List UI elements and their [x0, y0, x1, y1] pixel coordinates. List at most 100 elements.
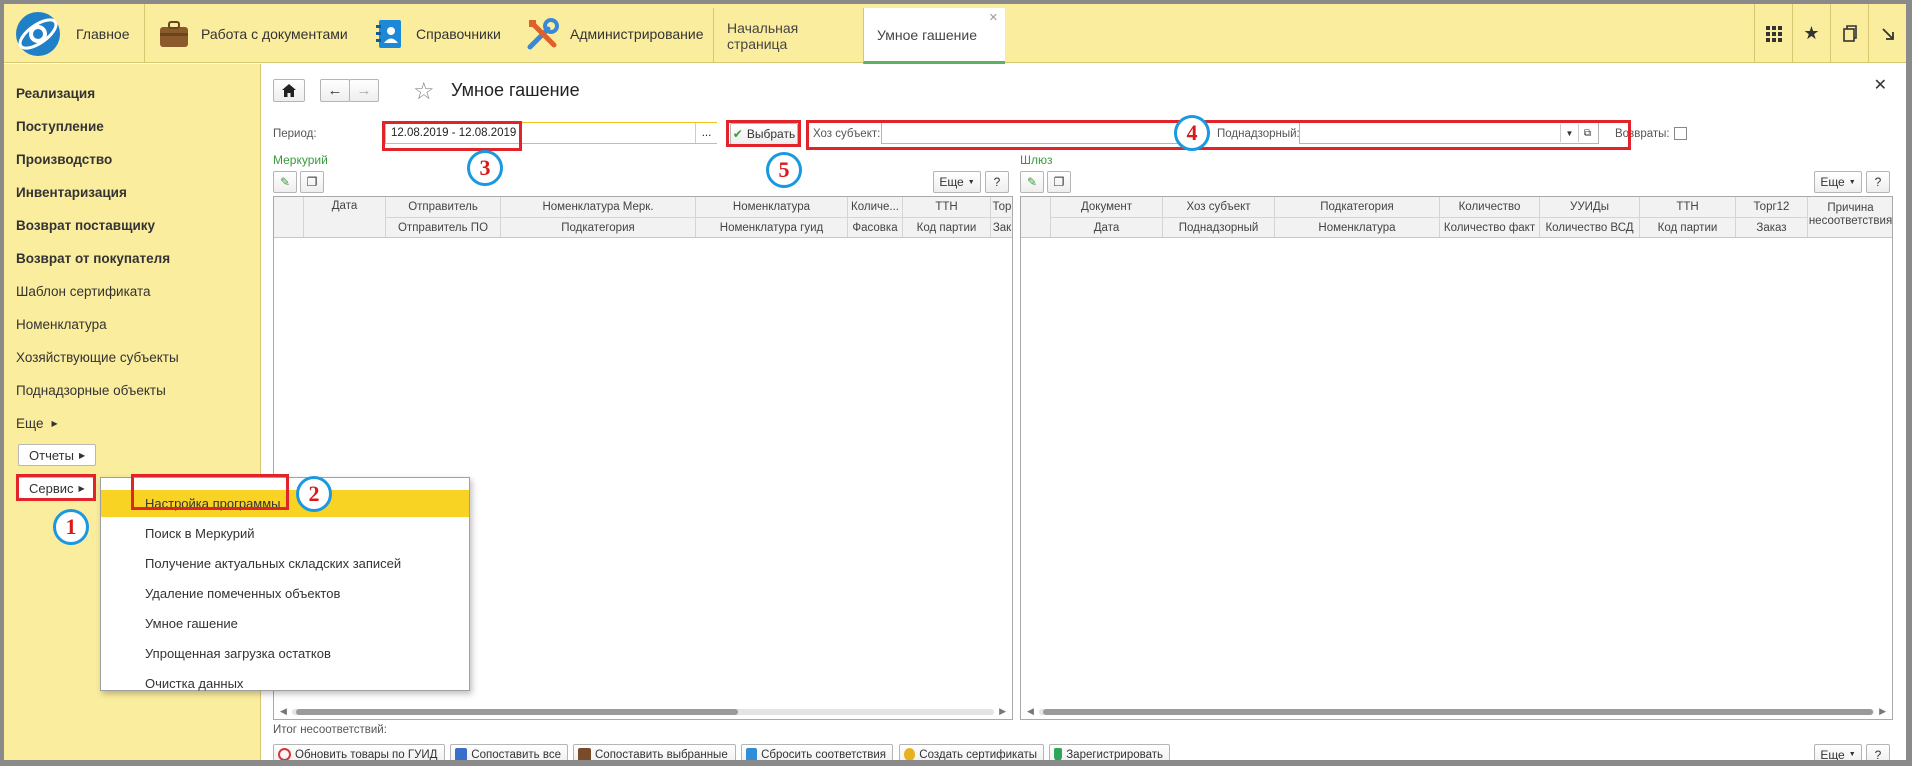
nav-administration[interactable]: Администрирование	[526, 4, 704, 63]
apps-grid-icon[interactable]	[1754, 4, 1792, 63]
highlight-period	[382, 121, 522, 151]
scroll-left-icon[interactable]: ◀	[280, 706, 287, 717]
register-label: Зарегистрировать	[1066, 748, 1163, 761]
sidebar-item-certificate-template[interactable]: Шаблон сертификата	[16, 284, 151, 299]
col-uuids[interactable]: УУИДы	[1540, 197, 1640, 217]
menu-item-delete-marked[interactable]: Удаление помеченных объектов	[101, 580, 469, 607]
right-copy-button[interactable]: ❐	[1047, 171, 1071, 193]
col-subcategory[interactable]: Подкатегория	[501, 217, 696, 237]
scroll-thumb[interactable]	[296, 709, 738, 715]
home-button[interactable]	[273, 79, 305, 102]
sidebar-item-receipt[interactable]: Поступление	[16, 119, 104, 134]
sidebar-item-return-to-supplier[interactable]: Возврат поставщику	[16, 218, 155, 233]
col-mercury-nomenclature[interactable]: Номенклатура Мерк.	[501, 197, 696, 217]
footer-more-button[interactable]: Еще ▼	[1814, 744, 1862, 760]
gateway-hscrollbar[interactable]: ◀ ▶	[1021, 705, 1892, 719]
left-help-button[interactable]: ?	[985, 171, 1009, 193]
register-button[interactable]: Зарегистрировать	[1049, 744, 1170, 761]
col-sender-po[interactable]: Отправитель ПО	[386, 217, 501, 237]
sidebar-item-return-from-buyer[interactable]: Возврат от покупателя	[16, 251, 170, 266]
favorites-star-icon[interactable]: ★	[1792, 4, 1830, 63]
period-select-button[interactable]: ...	[695, 123, 717, 143]
reports-button[interactable]: Отчеты ▶	[18, 444, 97, 466]
returns-checkbox[interactable]	[1674, 127, 1687, 140]
create-certificates-button[interactable]: Создать сертификаты	[899, 744, 1044, 760]
right-more-label: Еще	[1820, 175, 1845, 189]
top-right-tools: ★	[1754, 4, 1906, 63]
sidebar-item-inventory[interactable]: Инвентаризация	[16, 185, 127, 200]
sidebar-item-business-entities[interactable]: Хозяйствующие субъекты	[16, 350, 179, 365]
col-quantity[interactable]: Количество	[1440, 197, 1540, 217]
scroll-thumb[interactable]	[1043, 709, 1873, 715]
menu-item-clear-data[interactable]: Очистка данных	[101, 670, 469, 697]
menu-item-get-stock-records[interactable]: Получение актуальных складских записей	[101, 550, 469, 577]
col-quantity[interactable]: Количе...	[848, 197, 903, 217]
col-subcategory[interactable]: Подкатегория	[1275, 197, 1440, 217]
nav-administration-label: Администрирование	[570, 25, 704, 42]
scroll-left-icon[interactable]: ◀	[1027, 706, 1034, 717]
reset-matches-button[interactable]: Сбросить соответствия	[741, 744, 893, 761]
right-edit-button[interactable]: ✎	[1020, 171, 1044, 193]
sidebar-more[interactable]: Еще ▶	[16, 416, 58, 431]
tab-close-icon[interactable]: ✕	[989, 11, 998, 24]
tab-start-page[interactable]: Начальная страница	[713, 8, 863, 63]
col-quantity-vsd[interactable]: Количество ВСД	[1540, 217, 1640, 237]
col-document[interactable]: Документ	[1051, 197, 1163, 217]
col-batch-code[interactable]: Код партии	[1640, 217, 1736, 237]
menu-item-mercury-search[interactable]: Поиск в Меркурий	[101, 520, 469, 547]
col-torg[interactable]: Тор	[991, 197, 1013, 217]
col-torg12[interactable]: Торг12	[1736, 197, 1808, 217]
col-nomenclature-guid[interactable]: Номенклатура гуид	[696, 217, 848, 237]
forward-button[interactable]: →	[349, 79, 379, 102]
gateway-caption: Шлюз	[1020, 153, 1053, 167]
reset-matches-label: Сбросить соответствия	[761, 748, 886, 761]
right-more-button[interactable]: Еще ▼	[1814, 171, 1862, 193]
refresh-by-guid-button[interactable]: Обновить товары по ГУИД	[273, 744, 445, 760]
history-icon[interactable]	[1830, 4, 1868, 63]
tab-smart-redemption[interactable]: Умное гашение ✕	[863, 8, 1005, 64]
col-mismatch-reason[interactable]: Причина несоответствия	[1808, 197, 1893, 237]
nav-home[interactable]: Главное	[76, 4, 130, 63]
col-nomenclature[interactable]: Номенклатура	[696, 197, 848, 217]
app-logo-icon[interactable]	[14, 10, 62, 58]
back-button[interactable]: ←	[320, 79, 350, 102]
col-quantity-fact[interactable]: Количество факт	[1440, 217, 1540, 237]
left-more-button[interactable]: Еще ▼	[933, 171, 981, 193]
sidebar-item-sales[interactable]: Реализация	[16, 86, 95, 101]
footer-help-button[interactable]: ?	[1866, 744, 1890, 760]
col-ttn[interactable]: ТТН	[903, 197, 991, 217]
left-more-label: Еще	[939, 175, 964, 189]
col-business-entity[interactable]: Хоз субъект	[1163, 197, 1275, 217]
close-form-icon[interactable]: ✕	[1874, 75, 1887, 95]
col-batch-code[interactable]: Код партии	[903, 217, 991, 237]
left-copy-button[interactable]: ❐	[300, 171, 324, 193]
sidebar-item-supervised-objects[interactable]: Поднадзорные объекты	[16, 383, 166, 398]
menu-item-smart-redemption[interactable]: Умное гашение	[101, 610, 469, 637]
nav-references[interactable]: Справочники	[372, 4, 501, 63]
collapse-arrow-icon[interactable]	[1868, 4, 1906, 63]
col-sender[interactable]: Отправитель	[386, 197, 501, 217]
menu-item-simple-stock-load[interactable]: Упрощенная загрузка остатков	[101, 640, 469, 667]
nav-documents[interactable]: Работа с документами	[157, 4, 348, 63]
col-order[interactable]: Зак	[991, 217, 1013, 237]
col-date[interactable]: Дата	[304, 197, 386, 237]
match-all-button[interactable]: Сопоставить все	[450, 744, 568, 760]
select-all-icon[interactable]	[274, 197, 304, 237]
scroll-right-icon[interactable]: ▶	[1879, 706, 1886, 717]
scroll-right-icon[interactable]: ▶	[999, 706, 1006, 717]
favorite-star-icon[interactable]: ☆	[413, 77, 435, 106]
col-packaging[interactable]: Фасовка	[848, 217, 903, 237]
col-order[interactable]: Заказ	[1736, 217, 1808, 237]
right-help-button[interactable]: ?	[1866, 171, 1890, 193]
match-selected-button[interactable]: Сопоставить выбранные	[573, 744, 736, 760]
col-date[interactable]: Дата	[1051, 217, 1163, 237]
col-supervised[interactable]: Поднадзорный	[1163, 217, 1275, 237]
left-edit-button[interactable]: ✎	[273, 171, 297, 193]
select-all-icon[interactable]	[1021, 197, 1051, 237]
col-nomenclature[interactable]: Номенклатура	[1275, 217, 1440, 237]
sidebar-item-nomenclature[interactable]: Номенклатура	[16, 317, 107, 332]
mercury-hscrollbar[interactable]: ◀ ▶	[274, 705, 1012, 719]
sidebar-item-production[interactable]: Производство	[16, 152, 112, 167]
col-ttn[interactable]: ТТН	[1640, 197, 1736, 217]
gateway-table[interactable]: Документ Хоз субъект Подкатегория Количе…	[1020, 196, 1893, 720]
